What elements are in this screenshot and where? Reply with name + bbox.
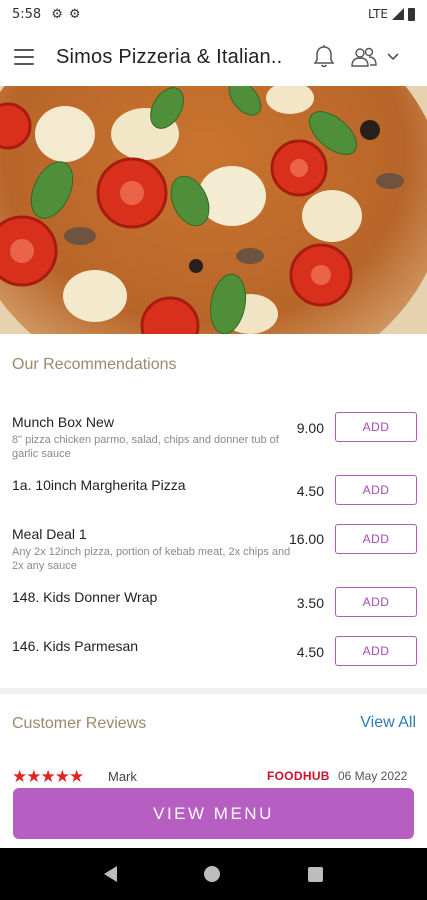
item-price: 9.00	[296, 420, 324, 436]
item-description: Any 2x 12inch pizza, portion of kebab me…	[12, 546, 291, 572]
recent-apps-icon[interactable]	[308, 866, 324, 882]
section-divider	[0, 688, 427, 694]
add-button[interactable]: ADD	[335, 412, 417, 442]
reviewer-name: Mark	[108, 769, 137, 784]
add-button[interactable]: ADD	[335, 524, 417, 554]
view-all-link[interactable]: View All	[360, 714, 416, 732]
star-rating-icon: ★★★★★	[12, 767, 84, 785]
group-icon[interactable]	[350, 46, 378, 68]
settings-gear-icon: ⚙	[51, 6, 63, 22]
menu-icon[interactable]	[14, 49, 34, 65]
status-bar: 5:58 ⚙ ⚙ LTE	[0, 0, 427, 28]
settings-gear-icon-2: ⚙	[68, 6, 81, 22]
view-menu-button[interactable]: VIEW MENU	[13, 788, 414, 839]
hero-pizza-image	[0, 86, 427, 334]
item-price: 4.50	[296, 644, 324, 660]
system-nav-bar	[0, 848, 427, 900]
add-button[interactable]: ADD	[335, 636, 417, 666]
recommendations-title: Our Recommendations	[12, 356, 177, 373]
battery-icon	[408, 7, 415, 21]
status-indicators: LTE	[368, 7, 415, 21]
review-source-logo: FOODHUB	[267, 769, 330, 783]
network-type: LTE	[368, 7, 388, 21]
item-price: 4.50	[296, 483, 324, 499]
signal-icon	[392, 8, 404, 20]
chevron-down-icon[interactable]	[386, 52, 400, 62]
item-description: 8" pizza chicken parmo, salad, chips and…	[12, 434, 279, 460]
back-icon[interactable]	[103, 866, 117, 882]
add-button[interactable]: ADD	[335, 587, 417, 617]
item-price: 3.50	[296, 595, 324, 611]
app-bar: Simos Pizzeria & Italian..	[0, 28, 427, 86]
status-time: 5:58	[12, 6, 42, 22]
add-button[interactable]: ADD	[335, 475, 417, 505]
review-date: 06 May 2022	[338, 769, 408, 783]
page-title: Simos Pizzeria & Italian..	[56, 45, 283, 68]
review-item: ★★★★★ Mark FOODHUB 06 May 2022	[12, 765, 417, 785]
home-icon[interactable]	[204, 866, 221, 882]
item-price: 16.00	[288, 531, 324, 547]
bell-icon[interactable]	[312, 44, 336, 70]
reviews-title: Customer Reviews	[12, 715, 147, 732]
